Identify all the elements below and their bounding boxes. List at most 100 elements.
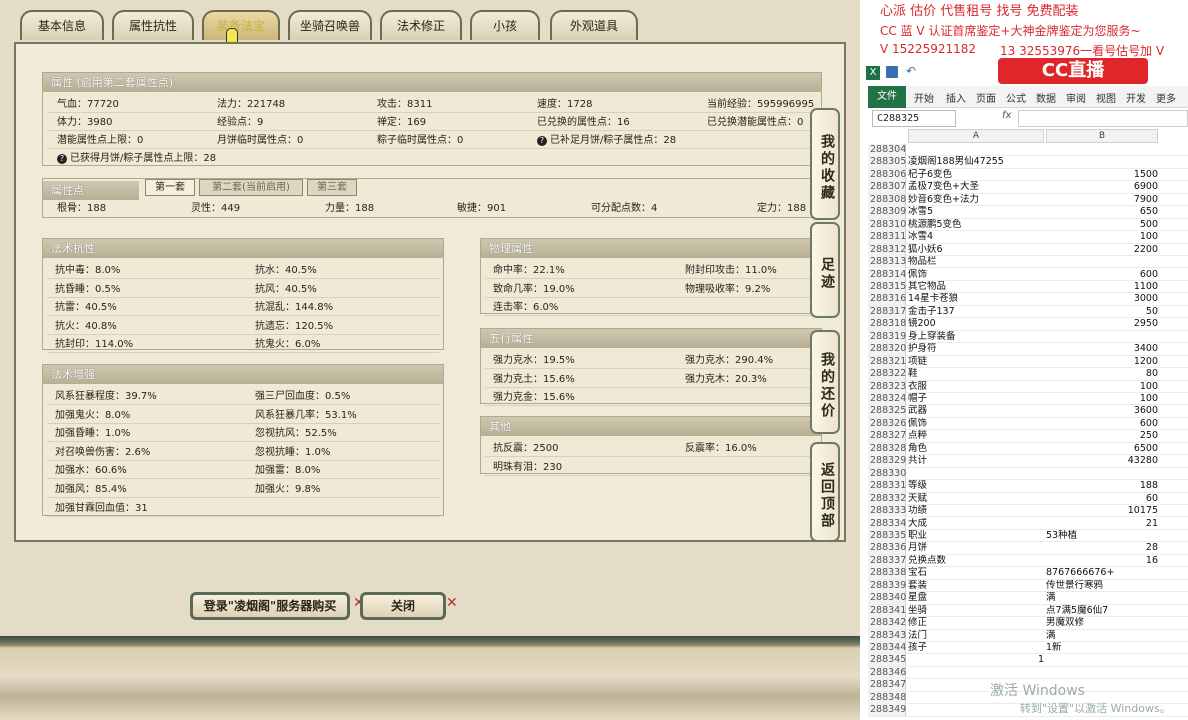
cell-b[interactable]: 43280 — [1046, 455, 1158, 467]
row-number[interactable]: 288339 — [868, 579, 906, 592]
cell-a[interactable]: 项链 — [908, 356, 1044, 368]
cell-b[interactable]: 500 — [1046, 219, 1158, 231]
menu-insert[interactable]: 插入 — [946, 90, 966, 105]
tab-equipment[interactable]: 装备法宝 — [202, 10, 280, 40]
cell-a[interactable]: 佩饰 — [908, 269, 1044, 281]
sheet-row[interactable]: 288345 1 — [868, 654, 1188, 667]
row-number[interactable]: 288307 — [868, 181, 906, 194]
cell-a[interactable]: 孩子 — [908, 642, 1044, 654]
row-number[interactable]: 288333 — [868, 505, 906, 518]
row-number[interactable]: 288322 — [868, 368, 906, 381]
sheet-row[interactable]: 288315 其它物品 1100 — [868, 280, 1188, 294]
sheet-row[interactable]: 288324 帽子 100 — [868, 393, 1188, 406]
row-number[interactable]: 288332 — [868, 492, 906, 505]
cell-b[interactable]: 600 — [1046, 269, 1158, 281]
cell-a[interactable]: 14星卡苍狼 — [908, 293, 1044, 305]
sheet-row[interactable]: 288329 共计 43280 — [868, 455, 1188, 468]
cell-b[interactable]: 100 — [1046, 231, 1158, 243]
row-number[interactable]: 288337 — [868, 554, 906, 567]
sheet-row[interactable]: 288314 佩饰 600 — [868, 268, 1188, 281]
cell-b[interactable]: 6500 — [1046, 443, 1158, 455]
cell-a[interactable]: 角色 — [908, 443, 1044, 455]
row-number[interactable]: 288329 — [868, 455, 906, 468]
sheet-row[interactable]: 288310 桃源鹏5变色 500 — [868, 218, 1188, 232]
row-number[interactable]: 288342 — [868, 617, 906, 630]
row-number[interactable]: 288325 — [868, 405, 906, 418]
cell-a[interactable]: 武器 — [908, 405, 1044, 417]
row-number[interactable]: 288305 — [868, 156, 906, 169]
subtab-set1[interactable]: 第一套 — [145, 179, 195, 196]
sheet-row[interactable]: 288328 角色 6500 — [868, 442, 1188, 456]
cell-b[interactable]: 50 — [1046, 306, 1158, 318]
cell-b[interactable]: 3400 — [1046, 343, 1158, 355]
cell-b[interactable]: 2200 — [1046, 244, 1158, 256]
cell-a[interactable]: 护身符 — [908, 343, 1044, 355]
cell-b[interactable]: 80 — [1046, 368, 1158, 380]
row-number[interactable]: 288323 — [868, 380, 906, 393]
sheet-row[interactable]: 288336 月饼 28 — [868, 542, 1188, 555]
cell-b[interactable]: 1新 — [1046, 642, 1158, 654]
cell-b[interactable]: 10175 — [1046, 505, 1158, 517]
row-number[interactable]: 288318 — [868, 318, 906, 331]
row-number[interactable]: 288326 — [868, 417, 906, 430]
file-menu[interactable]: 文件 — [868, 86, 906, 108]
cell-b[interactable]: 100 — [1046, 381, 1158, 393]
sheet-row[interactable]: 288312 狐小妖6 2200 — [868, 243, 1188, 257]
cell-a[interactable]: 鞋 — [908, 368, 1044, 380]
close-button[interactable]: 关闭 — [360, 592, 446, 620]
row-number[interactable]: 288345 — [868, 654, 906, 667]
side-my-bargain[interactable]: 我的还价 — [810, 330, 840, 434]
sheet-row[interactable]: 288313 物品栏 — [868, 256, 1188, 269]
sheet-row[interactable]: 288326 佩饰 600 — [868, 417, 1188, 431]
sheet-row[interactable]: 288343 法门满 — [868, 629, 1188, 642]
row-number[interactable]: 288349 — [868, 704, 906, 717]
cell-a[interactable]: 物品栏 — [908, 256, 1044, 268]
menu-formula[interactable]: 公式 — [1006, 90, 1026, 105]
row-number[interactable]: 288309 — [868, 206, 906, 219]
cell-a[interactable]: 宝石 — [908, 567, 1044, 579]
row-number[interactable]: 288336 — [868, 542, 906, 555]
cell-a[interactable]: 法门 — [908, 630, 1044, 642]
cell-b[interactable]: 100 — [1046, 393, 1158, 405]
sheet-row[interactable]: 288346 — [868, 666, 1188, 680]
row-number[interactable]: 288344 — [868, 642, 906, 654]
cell-a[interactable]: 月饼 — [908, 542, 1044, 554]
menu-page[interactable]: 页面 — [976, 90, 996, 105]
side-back-to-top[interactable]: 返回顶部 — [810, 442, 840, 542]
sheet-row[interactable]: 288337 兑换点数 16 — [868, 554, 1188, 568]
cell-a[interactable]: 狐小妖6 — [908, 244, 1044, 256]
sheet-row[interactable]: 288335 职业 53种植 — [868, 529, 1188, 543]
sheet-row[interactable]: 288321 项链 1200 — [868, 355, 1188, 369]
sheet-row[interactable]: 288307 孟极7变色+大圣 6900 — [868, 181, 1188, 194]
cell-a[interactable]: 帽子 — [908, 393, 1044, 405]
cell-a[interactable]: 桃源鹏5变色 — [908, 219, 1044, 231]
row-number[interactable]: 288306 — [868, 168, 906, 181]
cell-a[interactable]: 坐骑 — [908, 605, 1044, 617]
row-number[interactable]: 288330 — [868, 467, 906, 480]
side-my-favorites[interactable]: 我的收藏 — [810, 108, 840, 220]
sheet-row[interactable]: 288319 身上穿装备 — [868, 330, 1188, 344]
cell-b[interactable]: 1500 — [1046, 169, 1158, 181]
cell-a[interactable]: 其它物品 — [908, 281, 1044, 293]
menu-more[interactable]: 更多 — [1156, 90, 1176, 105]
cell-b[interactable]: 6900 — [1046, 181, 1158, 193]
subtab-set3[interactable]: 第三套 — [307, 179, 357, 196]
row-number[interactable]: 288324 — [868, 393, 906, 405]
cell-b[interactable]: 3600 — [1046, 405, 1158, 417]
cell-a[interactable]: 职业 — [908, 530, 1044, 542]
tab-basic-info[interactable]: 基本信息 — [20, 10, 104, 40]
sheet-row[interactable]: 288308 妙音6变色+法力 7900 — [868, 193, 1188, 207]
sheet-row[interactable]: 288322 鞋 80 — [868, 368, 1188, 381]
cell-b[interactable]: 650 — [1046, 206, 1158, 218]
cell-b[interactable]: 满 — [1046, 592, 1158, 604]
row-number[interactable]: 288327 — [868, 430, 906, 443]
row-number[interactable]: 288314 — [868, 268, 906, 281]
row-number[interactable]: 288347 — [868, 679, 906, 692]
cell-b[interactable]: 16 — [1046, 555, 1158, 567]
row-number[interactable]: 288340 — [868, 592, 906, 605]
cell-a[interactable]: 妙音6变色+法力 — [908, 194, 1044, 206]
sheet-row[interactable]: 288316 14星卡苍狼 3000 — [868, 293, 1188, 306]
cell-a[interactable]: 佩饰 — [908, 418, 1044, 430]
row-number[interactable]: 288316 — [868, 293, 906, 306]
row-number[interactable]: 288341 — [868, 604, 906, 617]
